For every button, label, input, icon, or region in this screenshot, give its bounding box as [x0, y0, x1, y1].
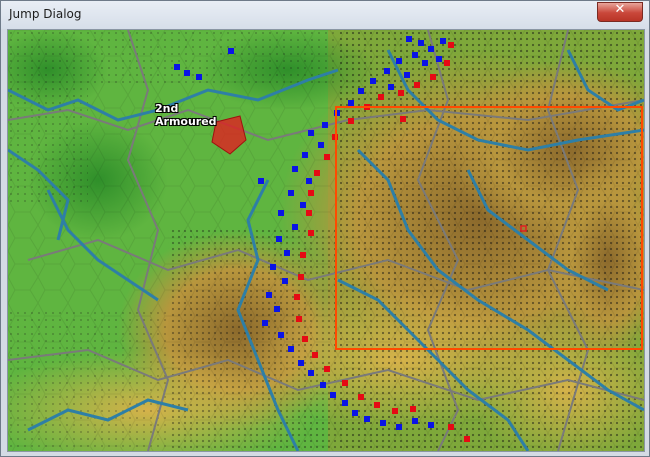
unit-label-line2: Armoured: [155, 115, 217, 128]
title-bar[interactable]: Jump Dialog ✕: [1, 1, 649, 29]
map-canvas[interactable]: [8, 30, 644, 451]
window-title: Jump Dialog: [9, 7, 82, 21]
jump-dialog-window: Jump Dialog ✕ 2nd Armoured: [0, 0, 650, 457]
unit-label: 2nd Armoured: [155, 102, 217, 128]
overview-map[interactable]: 2nd Armoured: [7, 29, 645, 452]
close-icon: ✕: [614, 2, 626, 17]
close-button[interactable]: ✕: [597, 2, 643, 22]
unit-label-line1: 2nd: [155, 102, 179, 115]
